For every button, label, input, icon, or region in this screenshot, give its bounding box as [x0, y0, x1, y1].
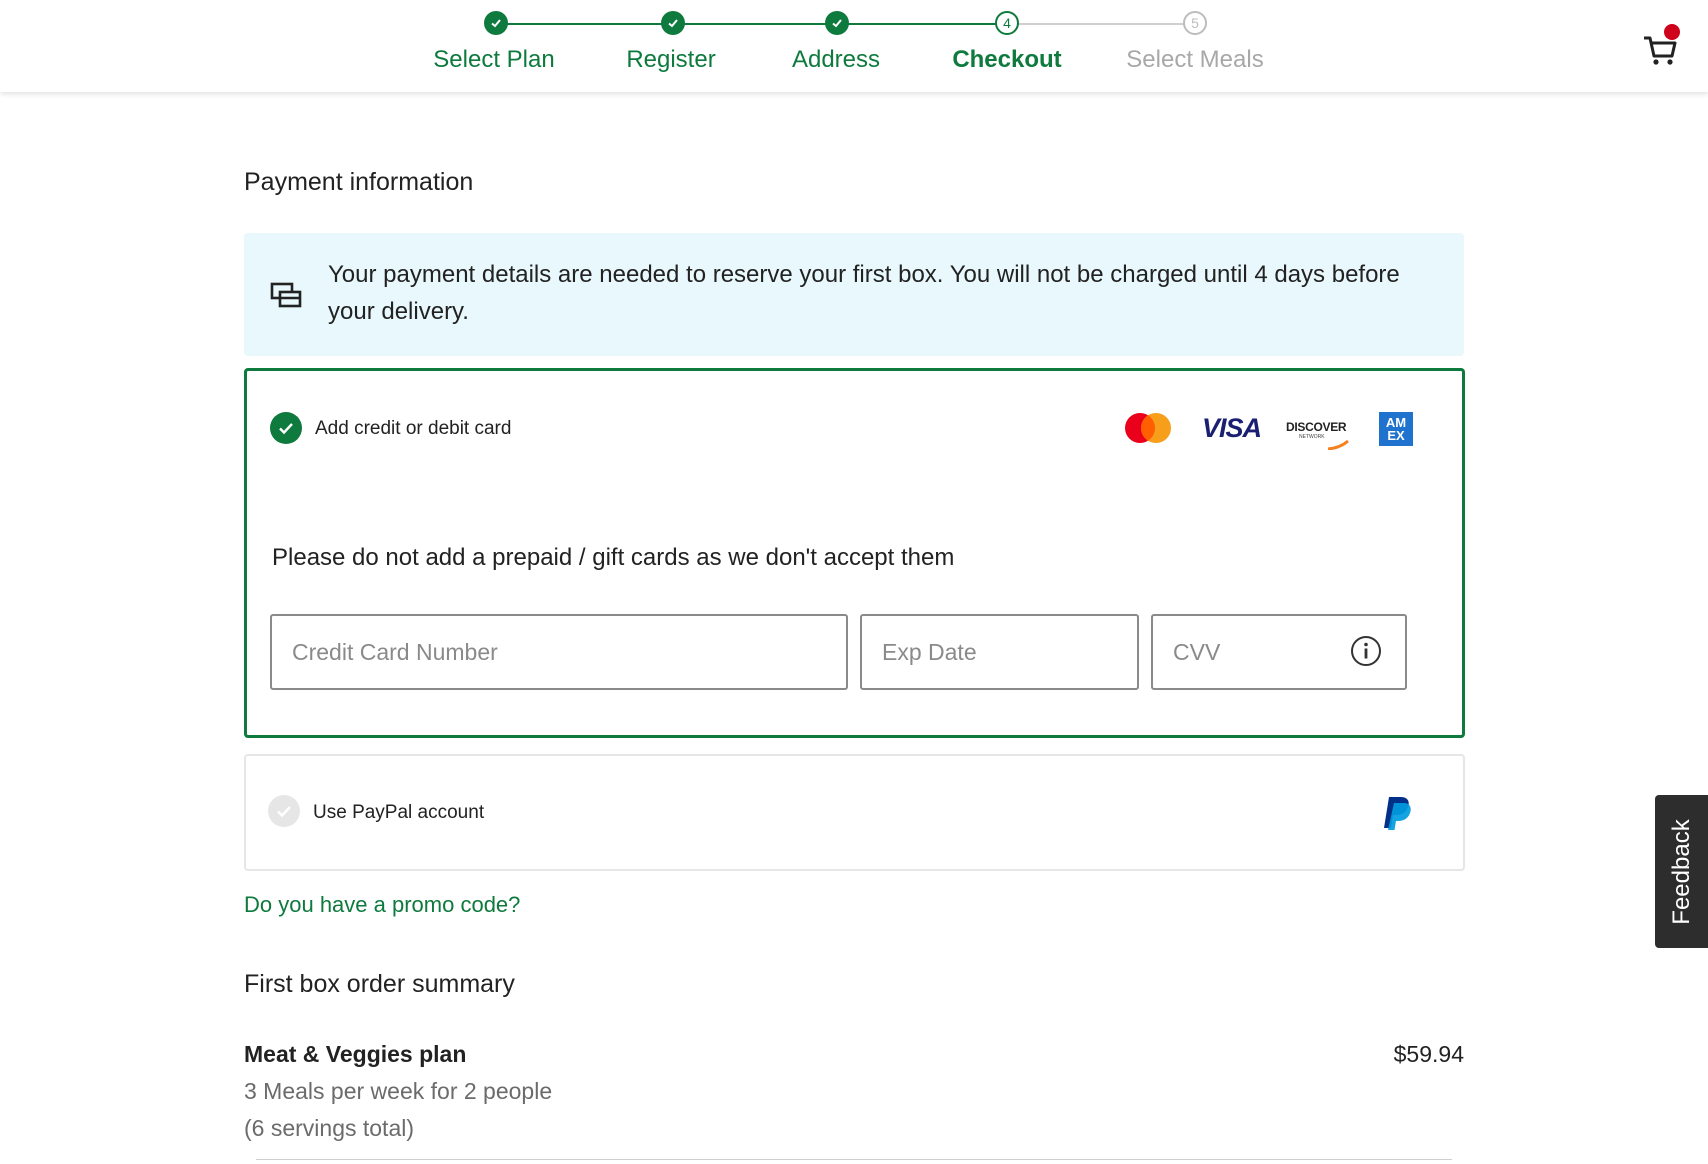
discover-logo: DISCOVER	[1286, 420, 1347, 434]
credit-card-number-input[interactable]	[272, 616, 846, 688]
exp-date-field[interactable]	[860, 614, 1139, 690]
credit-card-number-field[interactable]	[270, 614, 848, 690]
check-icon	[277, 806, 291, 818]
stepper-remaining-line	[1014, 23, 1200, 25]
amex-logo-line2: EX	[1387, 428, 1405, 443]
discover-swoosh-icon	[1327, 440, 1349, 450]
info-icon[interactable]	[1350, 635, 1382, 667]
plan-name: Meat & Veggies plan	[244, 1041, 467, 1067]
step-5-number: 5	[1183, 11, 1207, 35]
promo-code-link[interactable]: Do you have a promo code?	[244, 892, 520, 918]
plan-price: $59.94	[1393, 1041, 1464, 1067]
summary-divider	[256, 1159, 1452, 1160]
plan-detail-meals: 3 Meals per week for 2 people	[244, 1078, 553, 1104]
credit-card-radio-selected[interactable]	[270, 412, 302, 444]
payment-information-title: Payment information	[244, 168, 474, 196]
step-2-check-icon[interactable]	[661, 11, 685, 35]
prepaid-card-warning: Please do not add a prepaid / gift cards…	[272, 544, 955, 571]
step-4-number: 4	[995, 11, 1019, 35]
stepper-progress-line	[496, 23, 1014, 25]
step-label-address[interactable]: Address	[736, 46, 936, 74]
amex-logo: AM EX	[1379, 412, 1413, 446]
step-label-select-meals: Select Meals	[1126, 46, 1264, 73]
credit-cards-icon	[270, 282, 302, 308]
credit-card-option-label[interactable]: Add credit or debit card	[315, 418, 511, 440]
exp-date-input[interactable]	[862, 616, 1137, 688]
step-1-check-icon[interactable]	[484, 11, 508, 35]
step-label-select-plan[interactable]: Select Plan	[394, 46, 594, 74]
step-3-check-icon[interactable]	[825, 11, 849, 35]
paypal-option-label[interactable]: Use PayPal account	[313, 802, 484, 824]
mastercard-icon	[1125, 413, 1171, 443]
payment-notice-text: Your payment details are needed to reser…	[328, 261, 1400, 325]
paypal-radio-unselected[interactable]	[268, 795, 300, 827]
order-summary-title: First box order summary	[244, 970, 515, 998]
paypal-icon	[1384, 797, 1411, 830]
checkout-header: 4 5 Select Plan Register Address Checkou…	[0, 0, 1708, 92]
step-label-checkout: Checkout	[952, 46, 1062, 73]
feedback-tab[interactable]: Feedback	[1655, 795, 1708, 948]
feedback-tab-label: Feedback	[1667, 818, 1695, 925]
visa-logo: VISA	[1202, 413, 1262, 443]
plan-detail-servings: (6 servings total)	[244, 1115, 415, 1141]
check-icon	[279, 423, 293, 435]
discover-network-label: NETWORK	[1299, 434, 1325, 440]
cart-badge	[1664, 24, 1680, 40]
